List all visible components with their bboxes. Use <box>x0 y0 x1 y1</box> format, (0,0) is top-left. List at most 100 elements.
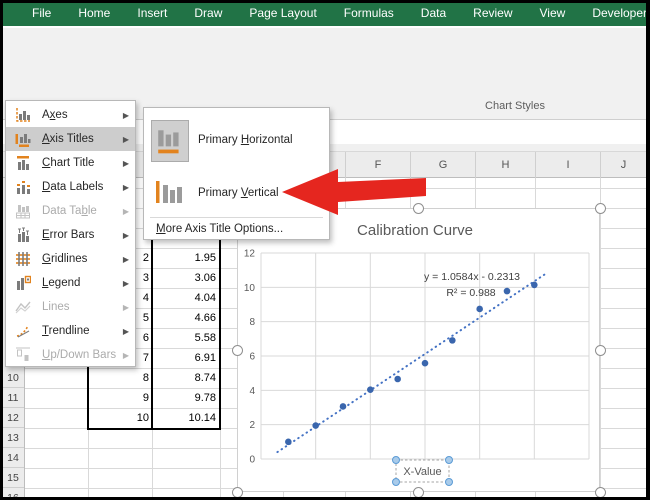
chart-resize-handle[interactable] <box>594 202 606 214</box>
menu-item-label: Axis Titles <box>42 133 94 145</box>
data-labels-icon <box>15 179 31 195</box>
submenu-arrow-icon: ▶ <box>122 254 129 264</box>
menu-item-primary-horizontal[interactable]: Primary Horizontal <box>144 118 329 166</box>
ribbon-tab-view[interactable]: View <box>530 0 576 26</box>
menu-item-data-table: Data Table ▶ <box>6 199 135 223</box>
submenu-arrow-icon: ▶ <box>122 278 129 288</box>
ribbon-tab-insert[interactable]: Insert <box>127 0 177 26</box>
cell-y-value[interactable]: 10.14 <box>154 408 216 428</box>
menu-item-label: Trendline <box>42 325 90 337</box>
ribbon-tab-bar: File Home Insert Draw Page Layout Formulas Dat… <box>0 0 650 26</box>
chart-title-icon <box>15 155 31 171</box>
menu-item-gridlines[interactable]: Gridlines ▶ <box>6 247 135 271</box>
ribbon-tab-developer[interactable]: Developer <box>582 0 650 26</box>
add-chart-element-menu: Axes ▶ Axis Titles ▶ Chart Title ▶ Data Labels… <box>5 100 136 367</box>
cell-x-value[interactable]: 8 <box>90 368 149 388</box>
column-header-j[interactable]: J <box>600 152 646 178</box>
menu-item-label: Error Bars <box>42 229 95 241</box>
column-header-h[interactable]: H <box>475 152 535 178</box>
menu-item-more-axis-title-options[interactable]: More Axis Title Options... <box>144 221 329 239</box>
menu-item-legend[interactable]: Legend ▶ <box>6 271 135 295</box>
submenu-arrow-icon: ▶ <box>122 206 129 216</box>
menu-item-axis-titles[interactable]: Axis Titles ▶ <box>6 127 135 151</box>
svg-text:y = 1.0584x - 0.2313: y = 1.0584x - 0.2313 <box>424 271 520 283</box>
table-border <box>151 210 153 430</box>
menu-item-error-bars[interactable]: Error Bars ▶ <box>6 223 135 247</box>
calibration-curve-chart[interactable]: 0 2 4 6 8 10 12 Calibration Curve y = 1.0584x - … <box>237 208 600 492</box>
updown-bars-icon <box>15 347 31 363</box>
submenu-arrow-icon: ▶ <box>122 326 129 336</box>
cell-y-value[interactable]: 1.95 <box>154 248 216 268</box>
axes-icon <box>15 107 31 123</box>
chart-resize-handle[interactable] <box>412 486 424 498</box>
cell-y-value[interactable]: 6.91 <box>154 348 216 368</box>
ribbon-tab-draw[interactable]: Draw <box>184 0 232 26</box>
frame-border <box>0 0 3 500</box>
ribbon-tab-formulas[interactable]: Formulas <box>334 0 404 26</box>
data-table-icon <box>15 203 31 219</box>
svg-text:6: 6 <box>249 352 255 363</box>
chart-resize-handle[interactable] <box>594 486 606 498</box>
cell-y-value[interactable]: 8.74 <box>154 368 216 388</box>
red-callout-arrow <box>282 169 426 215</box>
cell-x-value[interactable]: 10 <box>90 408 149 428</box>
ribbon-content <box>0 28 650 95</box>
svg-text:10: 10 <box>244 283 256 294</box>
cell-y-value[interactable]: 5.58 <box>154 328 216 348</box>
menu-item-up-down-bars: Up/Down Bars ▶ <box>6 343 135 367</box>
svg-text:X-Value: X-Value <box>403 466 441 478</box>
menu-item-axes[interactable]: Axes ▶ <box>6 103 135 127</box>
ribbon-tab-data[interactable]: Data <box>411 0 456 26</box>
row-header-11[interactable]: 11 <box>2 388 24 408</box>
svg-text:8: 8 <box>249 317 255 328</box>
ribbon-tab-review[interactable]: Review <box>463 0 522 26</box>
ribbon-tab-home[interactable]: Home <box>68 0 120 26</box>
ribbon-tab-file[interactable]: File <box>22 0 61 26</box>
submenu-arrow-icon: ▶ <box>122 110 129 120</box>
cell-y-value[interactable]: 4.04 <box>154 288 216 308</box>
cell-x-value[interactable]: 9 <box>90 388 149 408</box>
menu-item-label: Lines <box>42 301 70 313</box>
cell-y-value[interactable]: 4.66 <box>154 308 216 328</box>
row-header-15[interactable]: 15 <box>2 468 24 488</box>
axis-titles-icon <box>15 131 31 147</box>
menu-item-label: Data Table <box>42 205 97 217</box>
chart-styles-group-label: Chart Styles <box>485 100 545 112</box>
svg-text:Calibration Curve: Calibration Curve <box>357 222 473 239</box>
menu-item-trendline[interactable]: Trendline ▶ <box>6 319 135 343</box>
row-header-14[interactable]: 14 <box>2 448 24 468</box>
menu-item-label: Gridlines <box>42 253 88 265</box>
menu-item-label: Data Labels <box>42 181 104 193</box>
svg-text:12: 12 <box>244 249 256 260</box>
cell-y-value[interactable]: 9.78 <box>154 388 216 408</box>
menu-item-label: Axes <box>42 109 68 121</box>
row-header-12[interactable]: 12 <box>2 408 24 428</box>
trendline-icon <box>15 323 31 339</box>
primary-horizontal-icon <box>151 120 189 162</box>
ribbon-tab-page-layout[interactable]: Page Layout <box>239 0 326 26</box>
svg-text:2: 2 <box>249 420 255 431</box>
table-border <box>219 210 221 430</box>
table-border <box>87 428 221 430</box>
submenu-arrow-icon: ▶ <box>122 158 129 168</box>
menu-item-chart-title[interactable]: Chart Title ▶ <box>6 151 135 175</box>
menu-item-data-labels[interactable]: Data Labels ▶ <box>6 175 135 199</box>
excel-window: File Home Insert Draw Page Layout Formulas Dat… <box>0 0 650 500</box>
row-header-13[interactable]: 13 <box>2 428 24 448</box>
submenu-arrow-icon: ▶ <box>122 350 129 360</box>
chart-resize-handle[interactable] <box>594 344 606 356</box>
legend-icon <box>15 275 32 291</box>
chart-resize-handle[interactable] <box>231 344 243 356</box>
svg-text:4: 4 <box>249 386 255 397</box>
submenu-arrow-icon: ▶ <box>122 134 129 144</box>
submenu-arrow-icon: ▶ <box>122 302 129 312</box>
error-bars-icon <box>15 227 31 243</box>
menu-item-lines: Lines ▶ <box>6 295 135 319</box>
svg-text:0: 0 <box>249 455 255 466</box>
menu-item-label: Up/Down Bars <box>42 349 117 361</box>
row-header-10[interactable]: 10 <box>2 368 24 388</box>
chart-resize-handle[interactable] <box>231 486 243 498</box>
cell-y-value[interactable]: 3.06 <box>154 268 216 288</box>
column-header-i[interactable]: I <box>535 152 600 178</box>
frame-border <box>646 0 650 500</box>
